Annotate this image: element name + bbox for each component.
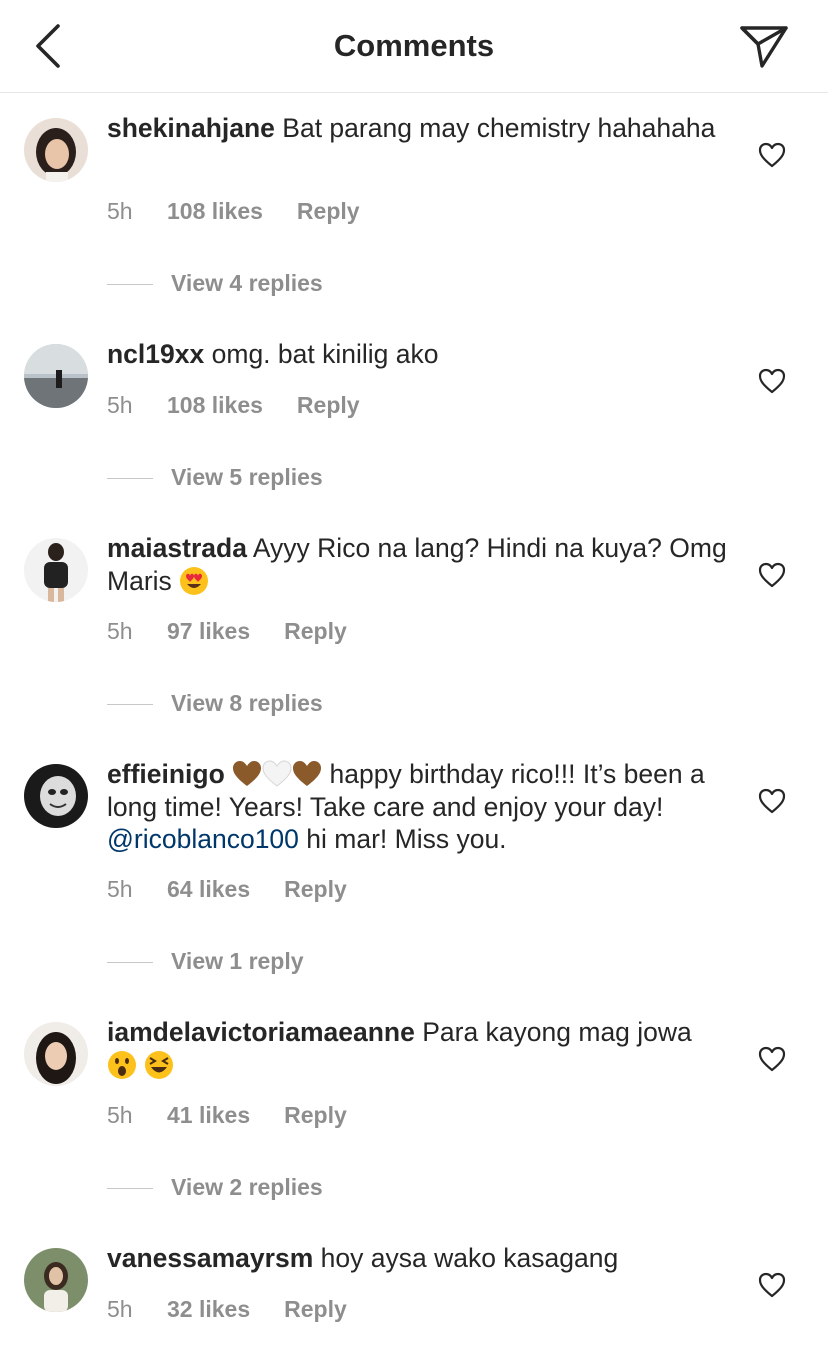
comment-meta: 5h 108 likes Reply [107, 198, 360, 225]
comment-meta: 5h 97 likes Reply [107, 618, 347, 645]
like-button[interactable] [758, 1272, 786, 1298]
comment-time: 5h [107, 1102, 133, 1128]
brown-heart-emoji [233, 761, 262, 786]
comment-text: maiastrada Ayyy Rico na lang? Hindi na k… [107, 532, 727, 597]
comment-meta: 5h 64 likes Reply [107, 876, 347, 903]
paper-plane-icon [740, 26, 788, 68]
avatar-image [24, 118, 88, 182]
avatar-image [24, 344, 88, 408]
heart-outline-icon [758, 1046, 786, 1072]
reply-button[interactable]: Reply [284, 1102, 347, 1128]
comment-username[interactable]: vanessamayrsm [107, 1243, 313, 1273]
comment-likes[interactable]: 97 likes [167, 618, 250, 645]
comment-likes[interactable]: 108 likes [167, 198, 263, 225]
view-replies-button[interactable]: View 2 replies [107, 1174, 323, 1201]
view-replies-button[interactable]: View 5 replies [107, 464, 323, 491]
view-replies-label: View 8 replies [171, 690, 323, 716]
mention-link[interactable]: @ricoblanco100 [107, 824, 299, 854]
avatar[interactable] [24, 344, 88, 408]
reply-button[interactable]: Reply [284, 1296, 347, 1322]
comment-meta: 5h 41 likes Reply [107, 1102, 347, 1129]
comment-meta: 5h 108 likes Reply [107, 392, 360, 419]
comment-text: shekinahjane Bat parang may chemistry ha… [107, 112, 727, 145]
view-replies-label: View 2 replies [171, 1174, 323, 1200]
comment-time: 5h [107, 198, 133, 224]
comment-body: omg. bat kinilig ako [211, 339, 439, 369]
divider-line [107, 478, 153, 480]
reply-button[interactable]: Reply [297, 392, 360, 418]
header: Comments [0, 0, 828, 93]
comment-username[interactable]: effieinigo [107, 759, 225, 789]
like-button[interactable] [758, 1046, 786, 1072]
heart-eyes-emoji [180, 566, 209, 595]
avatar-image [24, 538, 88, 602]
comment-likes[interactable]: 64 likes [167, 876, 250, 903]
avatar[interactable] [24, 1248, 88, 1312]
comment-likes[interactable]: 41 likes [167, 1102, 250, 1129]
comment-username[interactable]: shekinahjane [107, 113, 275, 143]
view-replies-button[interactable]: View 4 replies [107, 270, 323, 297]
view-replies-label: View 1 reply [171, 948, 304, 974]
avatar[interactable] [24, 1022, 88, 1086]
page-title: Comments [333, 28, 495, 63]
avatar-image [24, 764, 88, 828]
avatar[interactable] [24, 118, 88, 182]
comment-likes[interactable]: 32 likes [167, 1296, 250, 1323]
reply-button[interactable]: Reply [284, 876, 347, 902]
heart-outline-icon [758, 368, 786, 394]
like-button[interactable] [758, 142, 786, 168]
comment-body: Para kayong mag jowa [422, 1017, 692, 1047]
comment-username[interactable]: iamdelavictoriamaeanne [107, 1017, 415, 1047]
comment-text: iamdelavictoriamaeanne Para kayong mag j… [107, 1016, 727, 1081]
like-button[interactable] [758, 788, 786, 814]
avatar[interactable] [24, 538, 88, 602]
comment-time: 5h [107, 392, 133, 418]
heart-outline-icon [758, 562, 786, 588]
white-heart-emoji [262, 760, 292, 787]
comment-text: vanessamayrsm hoy aysa wako kasagang [107, 1242, 727, 1275]
comment-body: hoy aysa wako kasagang [320, 1243, 619, 1273]
brown-heart-emoji [293, 761, 322, 786]
view-replies-button[interactable]: View 1 reply [107, 948, 304, 975]
comment-time: 5h [107, 876, 133, 902]
heart-outline-icon [758, 1272, 786, 1298]
like-button[interactable] [758, 368, 786, 394]
heart-outline-icon [758, 142, 786, 168]
comment-body-after: hi mar! Miss you. [306, 824, 507, 854]
view-replies-label: View 5 replies [171, 464, 323, 490]
comment-text: effieinigo happy birthday rico!!! It’s b… [107, 758, 727, 856]
avatar-image [24, 1248, 88, 1312]
astonished-face-emoji [108, 1050, 136, 1079]
divider-line [107, 1188, 153, 1190]
comment-text: ncl19xx omg. bat kinilig ako [107, 338, 727, 371]
comment-username[interactable]: ncl19xx [107, 339, 204, 369]
like-button[interactable] [758, 562, 786, 588]
divider-line [107, 284, 153, 286]
reply-button[interactable]: Reply [297, 198, 360, 224]
heart-outline-icon [758, 788, 786, 814]
comment-username[interactable]: maiastrada [107, 533, 247, 563]
divider-line [107, 704, 153, 706]
comment-body: Bat parang may chemistry hahahaha [282, 113, 716, 143]
view-replies-button[interactable]: View 8 replies [107, 690, 323, 717]
divider-line [107, 962, 153, 964]
laughing-squint-emoji [145, 1050, 174, 1079]
reply-button[interactable]: Reply [284, 618, 347, 644]
comment-meta: 5h 32 likes Reply [107, 1296, 347, 1323]
avatar[interactable] [24, 764, 88, 828]
avatar-image [24, 1022, 88, 1086]
comment-likes[interactable]: 108 likes [167, 392, 263, 419]
comment-time: 5h [107, 618, 133, 644]
view-replies-label: View 4 replies [171, 270, 323, 296]
comment-time: 5h [107, 1296, 133, 1322]
share-button[interactable] [738, 22, 790, 70]
